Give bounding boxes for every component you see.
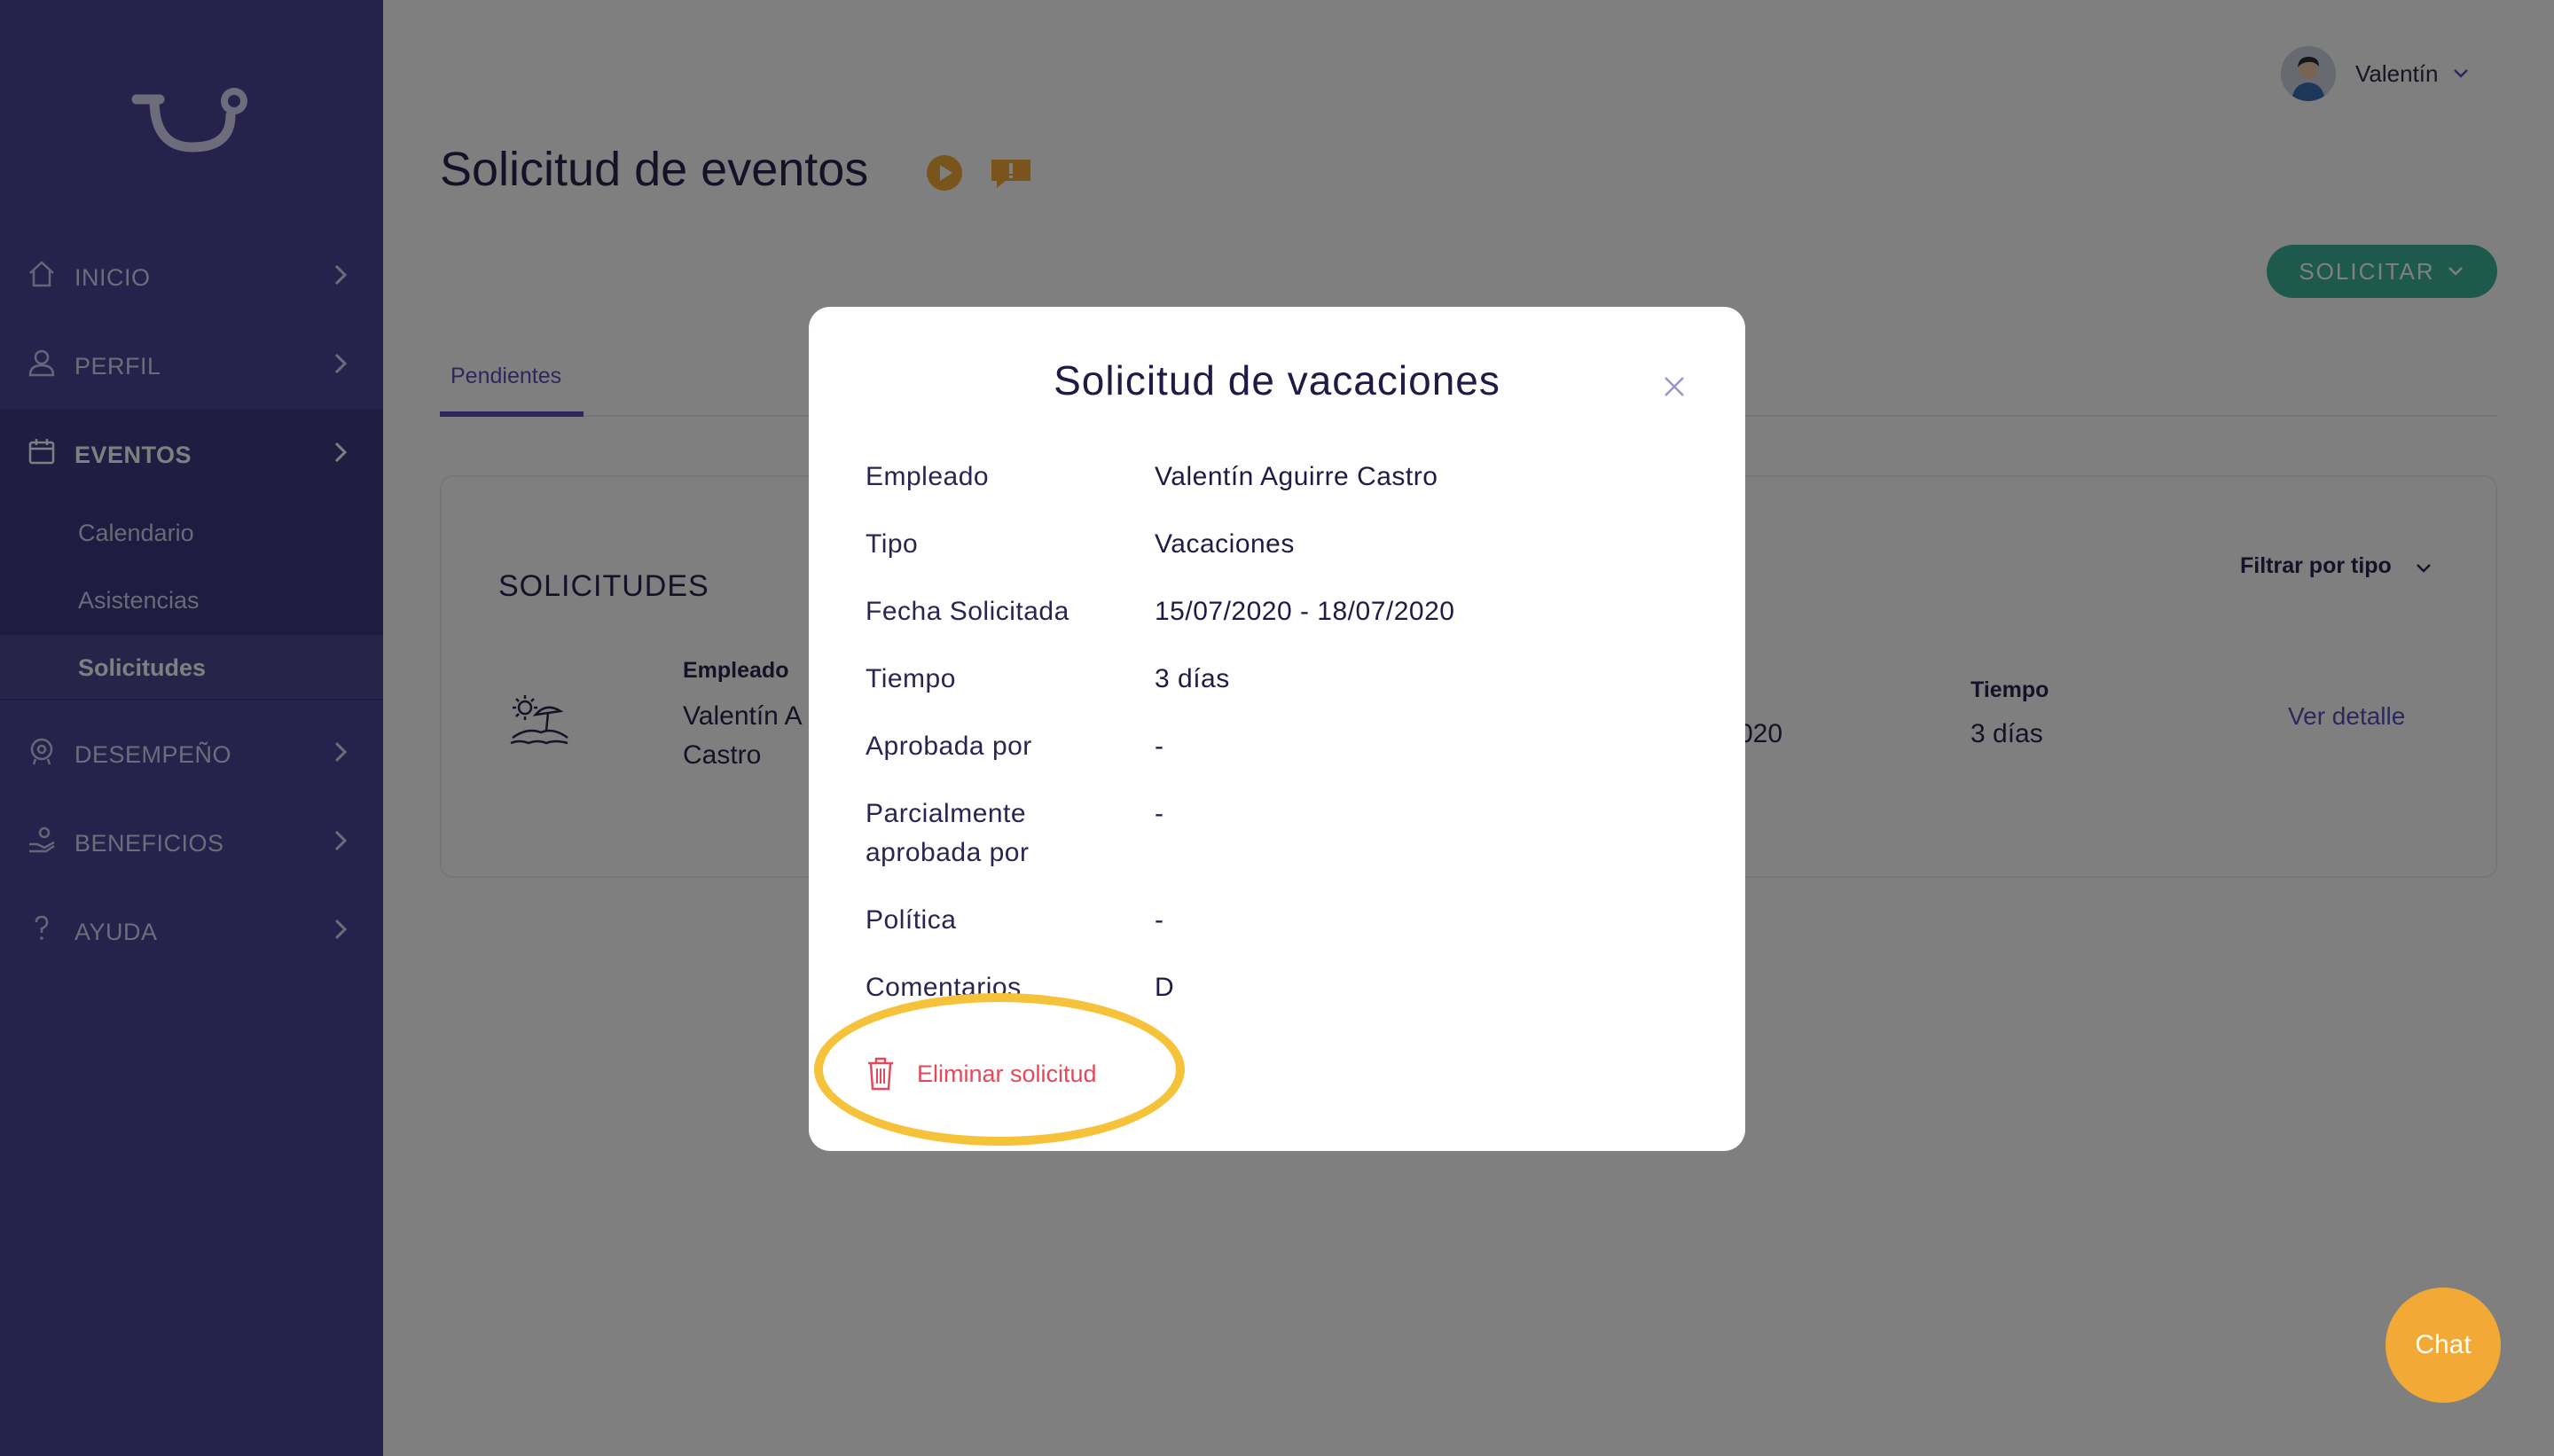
field-value: D: [1155, 973, 1175, 1002]
close-icon[interactable]: [1662, 374, 1687, 399]
field-label: Tipo: [866, 529, 919, 559]
field-value: 15/07/2020 - 18/07/2020: [1155, 597, 1455, 626]
field-label: Fecha Solicitada: [866, 597, 1069, 626]
field-value: -: [1155, 799, 1164, 828]
field-value: -: [1155, 732, 1164, 761]
field-label: Aprobada por: [866, 732, 1032, 761]
field-label: Empleado: [866, 462, 990, 491]
modal-title: Solicitud de vacaciones: [1054, 357, 1500, 403]
highlight-circle: [814, 993, 1185, 1146]
chat-button[interactable]: Chat: [2386, 1288, 2501, 1403]
field-value: Valentín Aguirre Castro: [1155, 462, 1438, 491]
field-value: -: [1155, 905, 1164, 935]
field-value: 3 días: [1155, 664, 1230, 693]
field-value: Vacaciones: [1155, 529, 1295, 559]
field-label: Tiempo: [866, 664, 956, 693]
field-label: Parcialmente aprobada por: [866, 799, 1030, 867]
field-label: Política: [866, 905, 957, 935]
chat-label: Chat: [2415, 1330, 2472, 1359]
